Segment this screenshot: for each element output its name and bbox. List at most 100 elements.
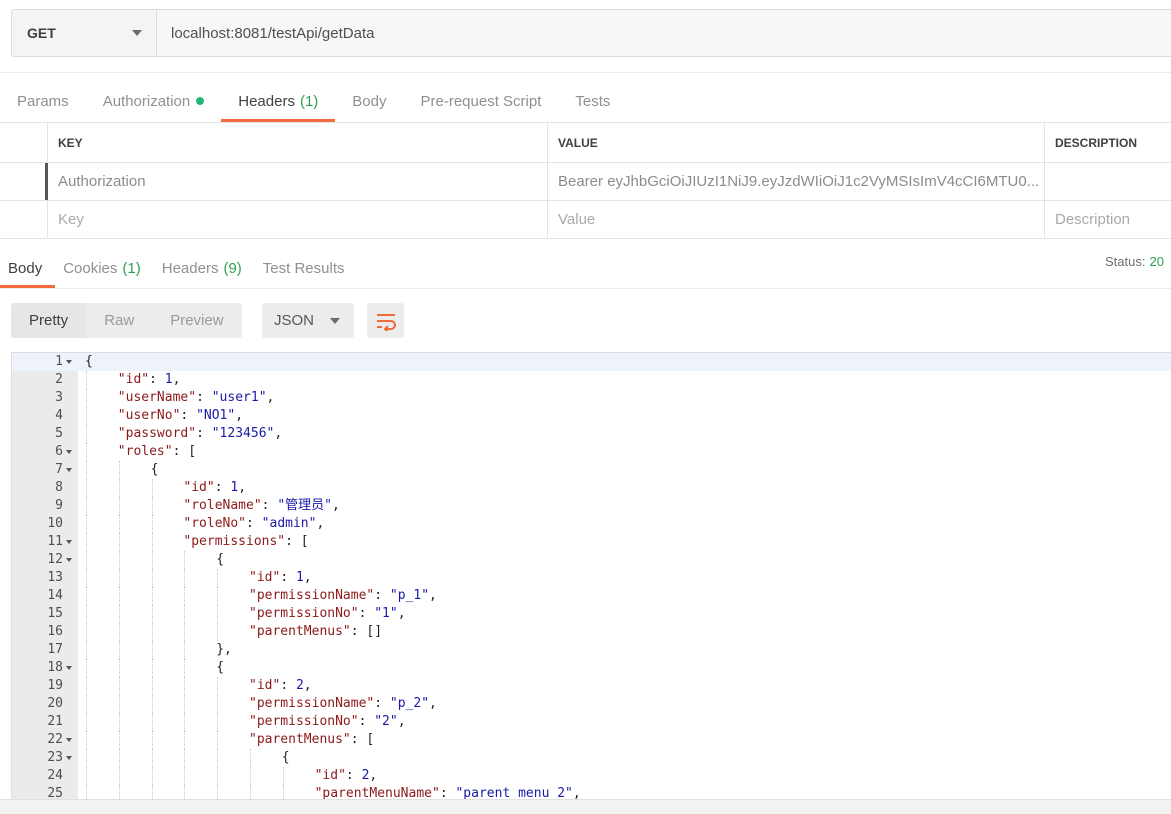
drag-handle-icon[interactable] [45,163,48,200]
tab-response-cookies[interactable]: Cookies (1) [55,248,154,288]
table-row: Authorization Bearer eyJhbGciOiJIUzI1NiJ… [0,163,1171,201]
new-key-field[interactable]: Key [48,201,548,238]
indent-guide [184,569,186,587]
indent-guide [118,515,120,533]
tab-tests[interactable]: Tests [558,80,627,122]
json-punctuation: , [331,498,340,513]
view-mode-group: Pretty Raw Preview [11,303,242,338]
indent-guide [151,587,153,605]
description-placeholder: Description [1055,211,1131,228]
fold-toggle-icon[interactable] [66,360,72,364]
response-body-editor[interactable]: 1{2 "id": 1, 3 "userName": "user1", 4 "userNo… [11,352,1171,799]
indent-guide [86,767,87,785]
new-description-field[interactable]: Description [1045,201,1171,238]
json-key: "id" [314,768,346,783]
indent-guide [217,731,219,749]
tab-test-results[interactable]: Test Results [255,248,358,288]
indent-guide [151,515,153,533]
horizontal-scrollbar[interactable] [0,799,1171,814]
code-line: 6 "roles": [ [12,443,1171,461]
tab-label: Body [352,92,387,110]
fold-toggle-icon[interactable] [66,450,72,454]
fold-toggle-icon[interactable] [66,468,72,472]
json-value: "2" [374,714,398,729]
json-punctuation: , [238,480,247,495]
fold-toggle-icon[interactable] [66,540,72,544]
method-select[interactable]: GET [12,10,157,56]
json-punctuation: : [261,498,278,513]
preview-button[interactable]: Preview [152,303,241,338]
json-punctuation: : [374,696,390,711]
tab-response-headers[interactable]: Headers (9) [154,248,255,288]
fold-toggle-icon[interactable] [66,666,72,670]
json-key: "parentMenus" [249,732,351,747]
indent-guide [151,713,153,731]
json-value: "p_2" [389,696,430,711]
table-row-new: Key Value Description [0,201,1171,239]
indent-guide [250,749,251,767]
json-punctuation: , [266,390,275,405]
table-header-row: KEY VALUE DESCRIPTION [0,123,1171,163]
tab-body[interactable]: Body [335,80,403,122]
indent-guide [151,551,153,569]
format-select[interactable]: JSON [262,303,354,338]
indent-guide [184,731,186,749]
code-text: { [85,353,93,371]
json-punctuation: , [274,426,283,441]
header-description-field[interactable] [1045,163,1171,200]
indent-guide [118,731,120,749]
json-value: "NO1" [196,408,236,423]
indent-guide [184,785,186,799]
tab-response-body[interactable]: Body [0,248,56,288]
line-number: 17 [47,642,63,657]
new-value-field[interactable]: Value [548,201,1045,238]
tab-label: Params [17,92,69,110]
json-punctuation: : [345,768,362,783]
indent-guide [151,659,153,677]
code-line: 1{ [12,353,1171,371]
indent-guide [86,713,87,731]
tab-authorization[interactable]: Authorization [86,80,222,122]
tab-label: Cookies [63,259,118,277]
fold-toggle-icon[interactable] [66,558,72,562]
fold-toggle-icon[interactable] [66,738,72,742]
code-text: { [216,551,224,569]
header-key-field[interactable]: Authorization [48,163,548,200]
tab-headers[interactable]: Headers (1) [221,80,336,122]
indent-guide [184,605,186,623]
indent-guide [151,767,153,785]
raw-button[interactable]: Raw [86,303,152,338]
line-number: 1 [55,354,63,369]
json-punctuation: , [172,372,181,387]
line-number: 2 [55,372,63,387]
indent-guide [118,461,120,479]
code-line: 5 "password": "123456", [12,425,1171,443]
row-handle[interactable] [0,163,48,200]
fold-toggle-icon[interactable] [66,756,72,760]
header-value-field[interactable]: Bearer eyJhbGciOiJIUzI1NiJ9.eyJzdWIiOiJ1… [548,163,1045,200]
json-punctuation: : [ [350,732,375,747]
code-line: 23 { [12,749,1171,767]
tab-label: Authorization [102,92,191,110]
json-punctuation: }, [216,642,232,657]
indent-guide [217,695,219,713]
column-header-description: DESCRIPTION [1055,135,1138,150]
pretty-button[interactable]: Pretty [11,303,87,338]
tab-pre-request-script[interactable]: Pre-request Script [404,80,559,122]
indent-guide [118,641,120,659]
url-input[interactable]: localhost:8081/testApi/getData [157,10,1171,56]
tab-params[interactable]: Params [0,80,86,122]
indent-guide [118,677,120,695]
wrap-lines-button[interactable] [367,303,404,338]
tab-label: Pre-request Script [420,92,542,110]
line-number: 13 [47,570,63,585]
json-punctuation: , [303,678,312,693]
code-text: "id": 2, [315,767,378,785]
line-number: 19 [47,678,63,693]
code-line: 7{ [12,461,1171,479]
code-line: 4 "userNo": "NO1", [12,407,1171,425]
indent-guide [86,515,87,533]
json-value: "管理员" [277,498,332,513]
code-line: 3 "userName": "user1", [12,389,1171,407]
json-punctuation: : [358,606,375,621]
